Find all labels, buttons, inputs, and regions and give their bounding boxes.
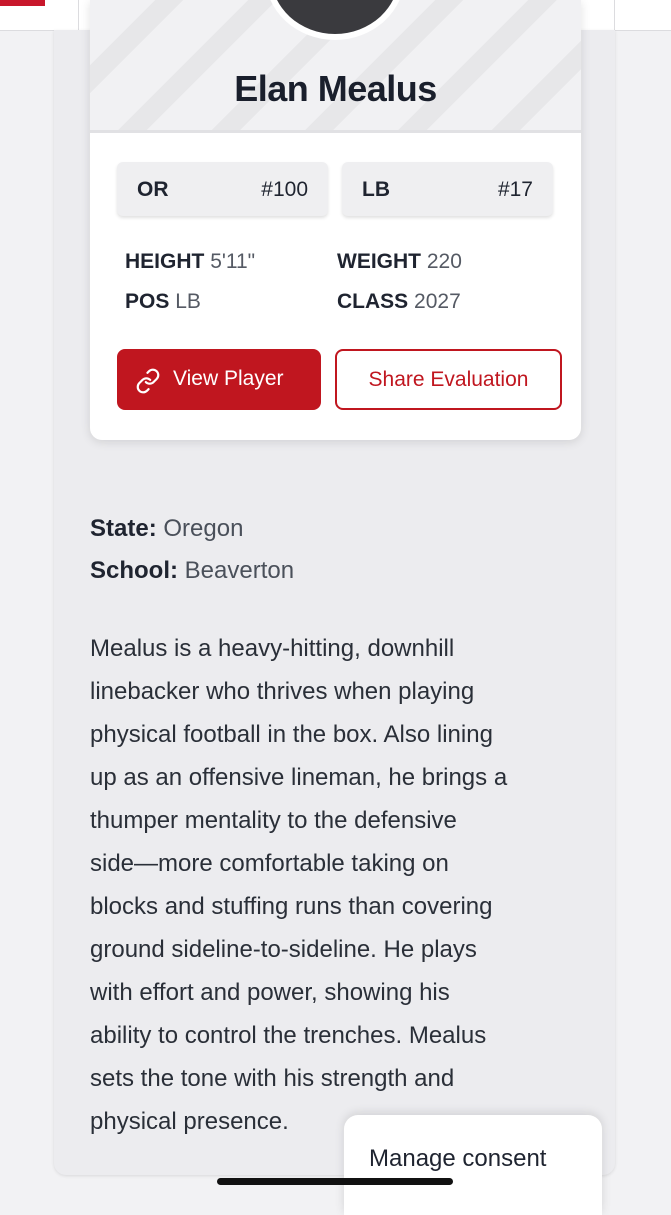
school-detail-label: School: xyxy=(90,557,178,584)
class-value: 2027 xyxy=(414,290,461,313)
pos-value: LB xyxy=(175,290,201,313)
bio-line: up as an offensive lineman, he brings a xyxy=(90,764,508,791)
state-chip-rank: #100 xyxy=(261,178,308,201)
link-icon xyxy=(136,368,160,394)
avatar xyxy=(265,0,405,40)
share-evaluation-button[interactable]: Share Evaluation xyxy=(335,349,562,410)
bio-line: with effort and power, showing his xyxy=(90,979,450,1006)
manage-consent-button[interactable]: Manage consent xyxy=(344,1115,602,1215)
state-detail-value: Oregon xyxy=(163,515,244,542)
weight-label: WEIGHT xyxy=(337,250,421,273)
state-detail-label: State: xyxy=(90,515,157,542)
bio-line: sets the tone with his strength and xyxy=(90,1065,455,1092)
home-indicator xyxy=(217,1178,453,1185)
bio-line: Mealus is a heavy-hitting, downhill xyxy=(90,635,455,662)
brand-accent xyxy=(0,0,45,6)
player-card-header: Elan Mealus xyxy=(90,0,581,133)
bio-line: physical football in the box. Also linin… xyxy=(90,721,493,748)
pos-label: POS xyxy=(125,290,170,313)
class-label: CLASS xyxy=(337,290,409,313)
view-player-label: View Player xyxy=(173,367,284,390)
player-bio: Mealus is a heavy-hitting, downhill line… xyxy=(90,627,590,1143)
view-player-button[interactable]: View Player xyxy=(117,349,321,410)
state-chip-label: OR xyxy=(137,178,169,201)
weight-stat: WEIGHT 220 xyxy=(337,250,462,274)
bio-line: thumper mentality to the defensive xyxy=(90,807,457,834)
position-chip-label: LB xyxy=(362,178,390,201)
bio-line: ground sideline-to-sideline. He plays xyxy=(90,936,477,963)
state-rank-chip: OR #100 xyxy=(117,162,328,216)
divider xyxy=(614,0,615,30)
manage-consent-label: Manage consent xyxy=(369,1145,547,1172)
bio-line: linebacker who thrives when playing xyxy=(90,678,475,705)
state-detail: State: Oregon xyxy=(90,515,243,543)
divider xyxy=(78,0,79,30)
bio-line: side—more comfortable taking on xyxy=(90,850,449,877)
height-stat: HEIGHT 5'11" xyxy=(125,250,255,274)
position-chip-rank: #17 xyxy=(497,178,533,201)
share-evaluation-label: Share Evaluation xyxy=(368,368,529,391)
player-card: Elan Mealus OR #100 LB #17 HEIGHT 5'11" … xyxy=(90,0,581,440)
school-detail-value: Beaverton xyxy=(184,557,295,584)
school-detail: School: Beaverton xyxy=(90,557,294,585)
bio-line: ability to control the trenches. Mealus xyxy=(90,1022,487,1049)
height-value: 5'11" xyxy=(210,250,256,273)
height-label: HEIGHT xyxy=(125,250,205,273)
bio-line: blocks and stuffing runs than covering xyxy=(90,893,493,920)
class-stat: CLASS 2027 xyxy=(337,290,461,314)
player-name: Elan Mealus xyxy=(234,68,437,109)
pos-stat: POS LB xyxy=(125,290,201,314)
position-rank-chip: LB #17 xyxy=(342,162,553,216)
weight-value: 220 xyxy=(426,250,462,273)
